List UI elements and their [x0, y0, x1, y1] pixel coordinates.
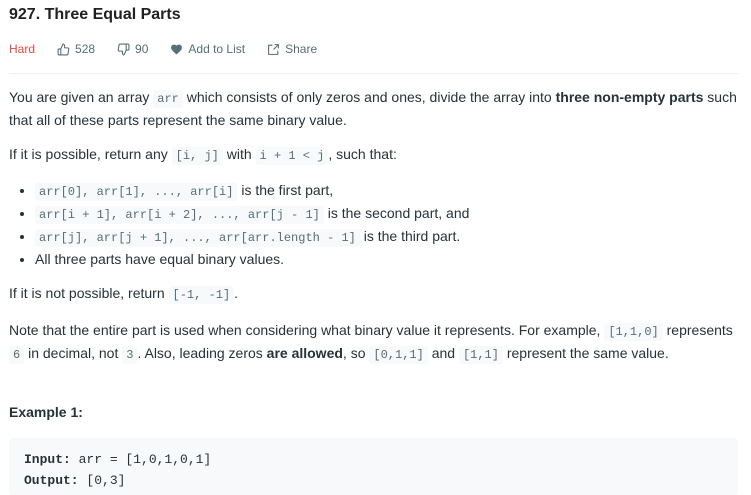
- share-button[interactable]: Share: [267, 42, 317, 56]
- output-value: [0,3]: [78, 473, 126, 488]
- inline-code: [i, j]: [171, 147, 223, 165]
- bold-text: three non-empty parts: [555, 89, 704, 105]
- like-button[interactable]: 528: [57, 42, 95, 56]
- parts-list: arr[0], arr[1], ..., arr[i] is the first…: [9, 180, 744, 270]
- difficulty-badge: Hard: [9, 42, 36, 56]
- example-block: Input: arr = [1,0,1,0,1] Output: [0,3]: [9, 438, 738, 495]
- like-count: 528: [75, 42, 96, 56]
- example-heading: Example 1:: [9, 404, 83, 420]
- share-icon: [268, 43, 280, 55]
- heart-icon: [171, 44, 183, 55]
- problem-description: You are given an array arr which consist…: [9, 87, 744, 366]
- inline-code: i + 1 < j: [255, 147, 329, 165]
- problem-meta-bar: Hard 528 90 Add to List Share: [9, 41, 339, 57]
- input-value: arr = [1,0,1,0,1]: [70, 452, 212, 467]
- description-paragraph: You are given an array arr which consist…: [9, 89, 737, 128]
- return-condition-paragraph: If it is possible, return any [i, j] wit…: [9, 146, 397, 165]
- example-code: Input: arr = [1,0,1,0,1] Output: [0,3]: [24, 449, 211, 491]
- input-label: Input:: [24, 452, 71, 467]
- list-item: arr[j], arr[j + 1], ..., arr[arr.length …: [35, 226, 744, 249]
- dislike-count: 90: [135, 42, 149, 56]
- bold-text: are allowed: [266, 345, 343, 361]
- inline-code: arr[i + 1], arr[i + 2], ..., arr[j - 1]: [35, 206, 324, 224]
- inline-code: 6: [9, 346, 25, 364]
- share-label: Share: [285, 42, 318, 56]
- inline-code: arr: [153, 90, 183, 108]
- inline-code: arr[j], arr[j + 1], ..., arr[arr.length …: [35, 229, 360, 247]
- list-item: arr[0], arr[1], ..., arr[i] is the first…: [35, 180, 744, 203]
- inline-code: arr[0], arr[1], ..., arr[i]: [35, 183, 238, 201]
- output-label: Output:: [24, 473, 79, 488]
- inline-code: 3: [122, 346, 138, 364]
- add-to-list-label: Add to List: [188, 42, 246, 56]
- list-item: arr[i + 1], arr[i + 2], ..., arr[j - 1] …: [35, 203, 744, 226]
- list-item: All three parts have equal binary values…: [35, 249, 744, 270]
- inline-code: [1,1,0]: [604, 323, 663, 341]
- problem-title: 927. Three Equal Parts: [9, 6, 181, 23]
- note-paragraph: Note that the entire part is used when c…: [9, 322, 733, 364]
- thumbs-up-icon: [57, 43, 70, 55]
- inline-code: [1,1]: [458, 346, 503, 364]
- not-possible-paragraph: If it is not possible, return [-1, -1].: [9, 285, 239, 304]
- header-divider: [9, 73, 738, 74]
- add-to-list-button[interactable]: Add to List: [170, 42, 245, 56]
- thumbs-down-icon: [117, 43, 130, 55]
- inline-code: [0,1,1]: [369, 346, 428, 364]
- inline-code: [-1, -1]: [168, 286, 235, 304]
- dislike-button[interactable]: 90: [117, 42, 148, 56]
